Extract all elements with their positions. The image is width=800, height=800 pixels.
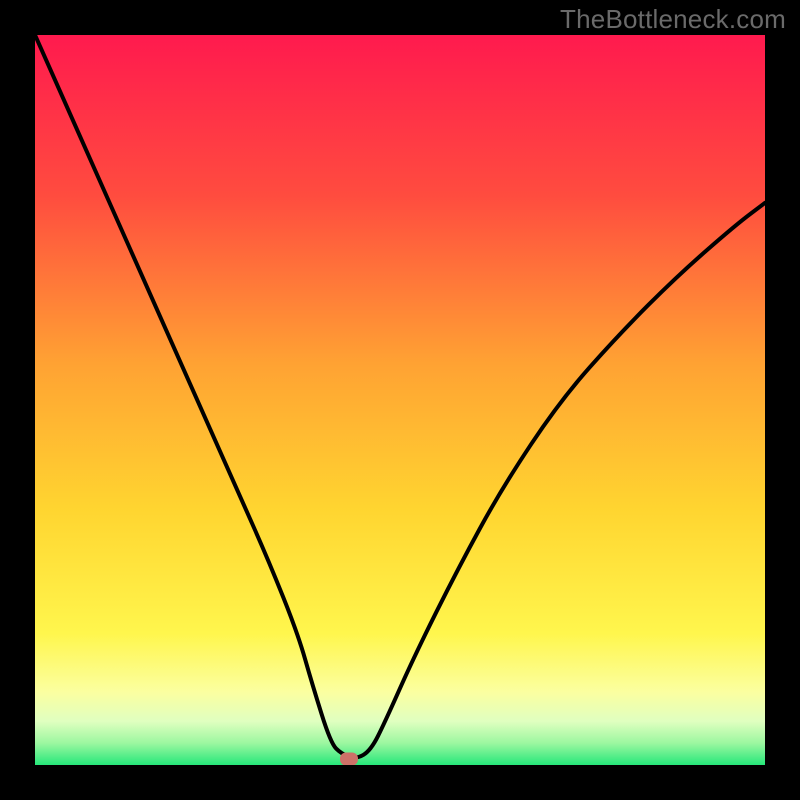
- chart-frame: TheBottleneck.com: [0, 0, 800, 800]
- plot-area: [35, 35, 765, 765]
- bottleneck-curve: [35, 35, 765, 765]
- min-point-marker: [340, 753, 358, 765]
- watermark-text: TheBottleneck.com: [560, 4, 786, 35]
